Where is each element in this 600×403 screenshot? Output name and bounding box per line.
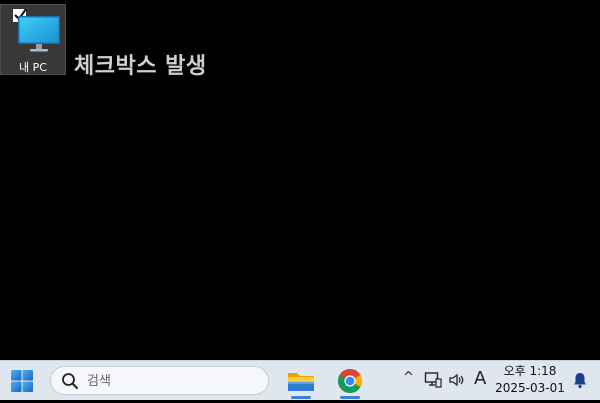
- ime-indicator[interactable]: A: [474, 368, 486, 392]
- annotation-text: 체크박스 발생: [74, 54, 207, 79]
- clock-time: 오후 1:18: [503, 364, 557, 378]
- notification-bell-icon[interactable]: [572, 371, 588, 393]
- search-icon: [62, 373, 78, 389]
- desktop-icon-label: 내 PC: [19, 61, 47, 74]
- desktop-icon-this-pc[interactable]: 내 PC: [0, 4, 66, 75]
- clock-date: 2025-03-01: [495, 381, 565, 395]
- taskbar-app-chrome[interactable]: [332, 363, 368, 399]
- clock[interactable]: 오후 1:18 2025-03-01: [490, 363, 570, 397]
- search-input[interactable]: [87, 371, 257, 391]
- desktop: 내 PC 체크박스 발생: [0, 0, 600, 360]
- tray-overflow-chevron[interactable]: ^: [403, 370, 414, 394]
- network-icon[interactable]: [424, 371, 442, 395]
- active-indicator: [291, 396, 311, 399]
- taskbar: ^ A 오후 1:18 2025-03-01: [0, 360, 600, 400]
- volume-icon[interactable]: [448, 371, 466, 395]
- taskbar-app-file-explorer[interactable]: [283, 363, 319, 399]
- chrome-icon: [337, 369, 363, 394]
- windows-start-icon: [11, 370, 33, 392]
- taskbar-search[interactable]: [50, 366, 269, 395]
- folder-icon: [288, 373, 314, 391]
- start-button[interactable]: [10, 369, 34, 393]
- active-indicator: [340, 396, 360, 399]
- monitor-icon: [18, 16, 60, 52]
